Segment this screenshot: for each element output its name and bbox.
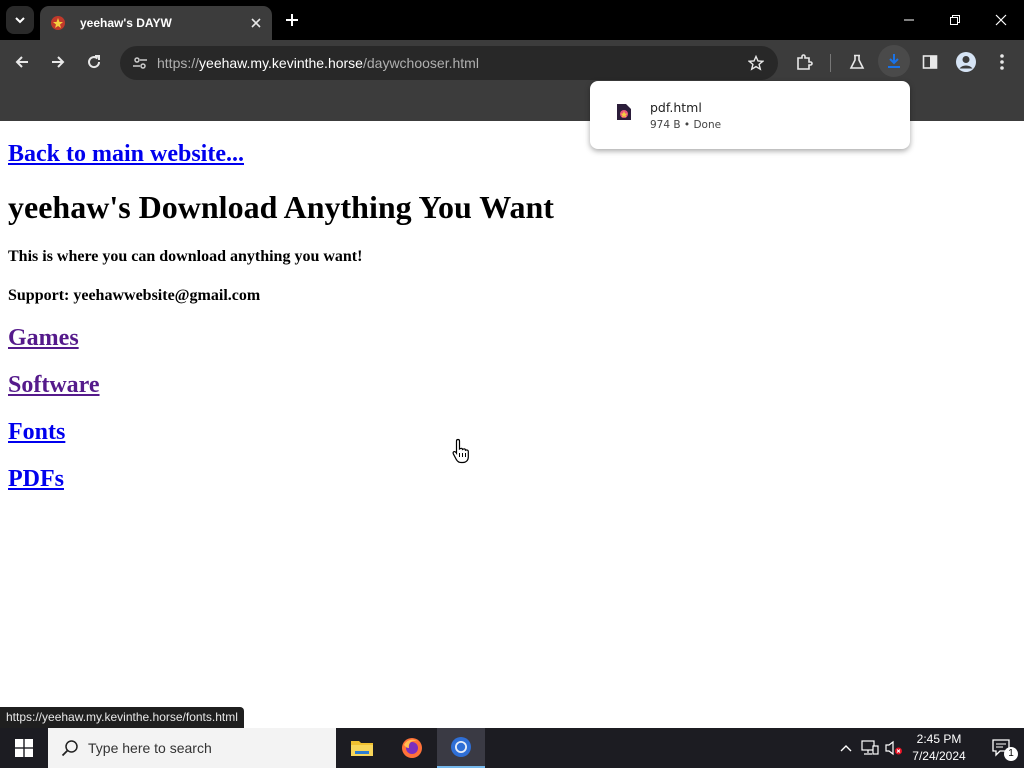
clock-date: 7/24/2024 <box>912 749 966 763</box>
browser-menu-button[interactable] <box>988 48 1016 76</box>
browser-tab[interactable]: yeehaw's DAYW <box>40 6 272 40</box>
tab-search-button[interactable] <box>6 6 34 34</box>
arrow-left-icon <box>15 56 28 68</box>
profile-icon <box>956 52 976 72</box>
labs-button[interactable] <box>843 48 871 76</box>
flask-icon <box>849 54 865 69</box>
minimize-button[interactable] <box>886 0 932 40</box>
file-icon <box>617 104 631 120</box>
download-status: 974 B • Done <box>650 119 722 131</box>
reload-icon <box>88 55 101 69</box>
back-button[interactable] <box>8 48 36 76</box>
back-to-main-link[interactable]: Back to main website... <box>8 141 244 168</box>
network-icon <box>861 740 879 755</box>
url-path: /daywchooser.html <box>362 55 479 71</box>
search-icon <box>61 740 78 757</box>
page-description: This is where you can download anything … <box>8 248 363 265</box>
notification-center-button[interactable]: 1 <box>980 728 1024 768</box>
windows-logo-icon <box>15 739 33 757</box>
url-text: https://yeehaw.my.kevinthe.horse/daywcho… <box>157 55 479 71</box>
plus-icon <box>286 14 298 26</box>
clock-time: 2:45 PM <box>916 732 962 746</box>
tab-strip: yeehaw's DAYW <box>0 0 1024 40</box>
hand-cursor-icon <box>452 438 469 464</box>
firefox-app[interactable] <box>388 728 436 768</box>
chevron-up-icon <box>840 745 852 752</box>
link-status-bubble: https://yeehaw.my.kevinthe.horse/fonts.h… <box>0 707 244 728</box>
tab-title: yeehaw's DAYW <box>80 16 172 30</box>
new-tab-button[interactable] <box>280 8 304 32</box>
extensions-button[interactable] <box>790 48 818 76</box>
puzzle-icon <box>797 54 813 70</box>
firefox-icon <box>402 738 422 758</box>
side-panel-icon <box>922 55 938 69</box>
games-link[interactable]: Games <box>8 325 79 352</box>
chrome-app[interactable] <box>437 728 485 768</box>
browser-toolbar: https://yeehaw.my.kevinthe.horse/daywcho… <box>0 40 1024 85</box>
side-panel-button[interactable] <box>916 48 944 76</box>
pdfs-link[interactable]: PDFs <box>8 466 64 493</box>
reload-button[interactable] <box>80 48 108 76</box>
profile-button[interactable] <box>952 48 980 76</box>
notification-count-badge: 1 <box>1004 747 1018 761</box>
fonts-link[interactable]: Fonts <box>8 419 65 446</box>
network-button[interactable] <box>860 738 880 758</box>
taskbar-search-box[interactable]: Type here to search <box>48 728 336 768</box>
download-bubble[interactable]: pdf.html 974 B • Done <box>590 81 910 149</box>
tune-icon <box>133 57 147 69</box>
address-bar[interactable]: https://yeehaw.my.kevinthe.horse/daywcho… <box>120 46 778 80</box>
download-icon <box>888 54 900 68</box>
file-explorer-app[interactable] <box>338 728 386 768</box>
web-page: Back to main website... yeehaw's Downloa… <box>0 121 1024 728</box>
start-button[interactable] <box>0 728 48 768</box>
download-filename[interactable]: pdf.html <box>650 100 702 115</box>
folder-icon <box>351 741 373 756</box>
software-link[interactable]: Software <box>8 372 100 399</box>
chevron-down-icon <box>15 17 25 24</box>
search-placeholder: Type here to search <box>88 740 212 756</box>
restore-button[interactable] <box>932 0 978 40</box>
site-info-button[interactable] <box>126 49 154 77</box>
bookmark-button[interactable] <box>744 51 768 75</box>
page-title: yeehaw's Download Anything You Want <box>8 189 554 225</box>
url-scheme: https:// <box>157 55 200 71</box>
url-host: yeehaw.my.kevinthe.horse <box>199 55 363 71</box>
kebab-menu-icon <box>1000 54 1004 70</box>
arrow-right-icon <box>52 56 65 68</box>
support-contact: Support: yeehawwebsite@gmail.com <box>8 287 261 304</box>
site-favicon-icon <box>50 15 66 31</box>
downloads-button[interactable] <box>878 45 910 77</box>
show-hidden-icons-button[interactable] <box>836 738 856 758</box>
restore-icon <box>950 15 960 25</box>
star-icon <box>748 55 764 71</box>
toolbar-divider <box>830 54 831 72</box>
close-icon <box>251 18 261 28</box>
windows-taskbar: Type here to search 2:45 PM 7/24/2024 1 <box>0 728 1024 768</box>
close-window-button[interactable] <box>978 0 1024 40</box>
chrome-icon <box>451 737 471 757</box>
forward-button[interactable] <box>44 48 72 76</box>
close-icon <box>995 14 1007 26</box>
tab-close-button[interactable] <box>246 13 266 33</box>
minimize-icon <box>904 19 914 21</box>
taskbar-clock[interactable]: 2:45 PM 7/24/2024 <box>900 731 978 765</box>
